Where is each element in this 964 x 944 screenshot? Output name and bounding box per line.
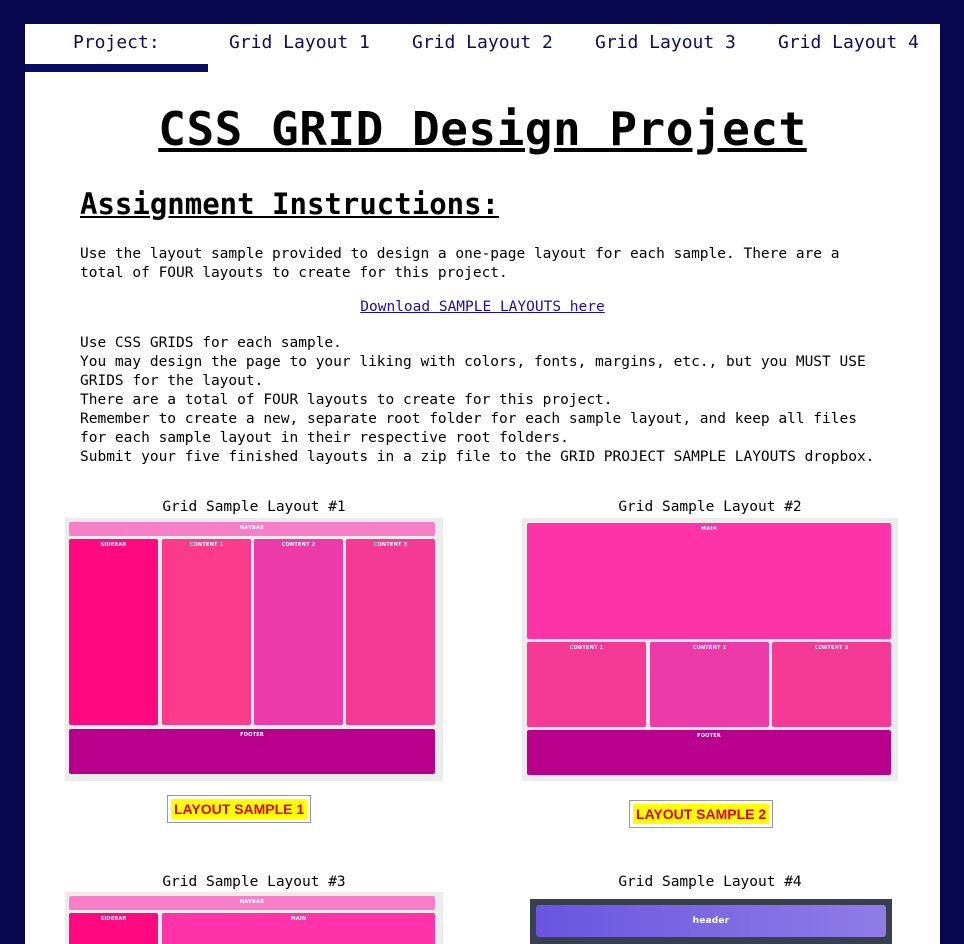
sample-3-caption: Grid Sample Layout #3 [162, 874, 346, 890]
page-title: CSS GRID Design Project [158, 102, 807, 156]
sample-4-image[interactable]: header [530, 899, 892, 944]
s1-content-3: CONTENT 3 [346, 539, 435, 725]
s2-content-1: CONTENT 1 [527, 642, 646, 727]
sample-1-caption: Grid Sample Layout #1 [162, 499, 346, 515]
s3-navbar: NAVBAR [69, 896, 435, 910]
s2-main: MAIN [527, 523, 891, 639]
sample-2-badge: LAYOUT SAMPLE 2 [629, 800, 774, 828]
top-nav: Project: Grid Layout 1 Grid Layout 2 Gri… [25, 24, 940, 72]
intro-paragraph: Use the layout sample provided to design… [80, 246, 840, 281]
s1-content-2: CONTENT 2 [254, 539, 343, 725]
nav-grid-layout-1[interactable]: Grid Layout 1 [229, 32, 370, 53]
section-title: Assignment Instructions: [80, 187, 500, 221]
sample-1-badge: LAYOUT SAMPLE 1 [167, 795, 312, 823]
s1-footer: FOOTER [69, 729, 435, 774]
s3-sidebar: SIDEBAR [69, 913, 158, 944]
sample-1-image[interactable]: NAVBAR SIDEBAR CONTENT 1 CONTENT 2 CONTE… [65, 518, 443, 781]
instructions-paragraph: Use CSS GRIDS for each sample. You may d… [80, 335, 875, 465]
page-container: Project: Grid Layout 1 Grid Layout 2 Gri… [25, 24, 940, 944]
s2-content-3: CONTENT 3 [772, 642, 891, 727]
nav-active-indicator [25, 64, 208, 72]
s3-main: MAIN [162, 913, 435, 944]
sample-2-image[interactable]: MAIN CONTENT 1 CONTENT 2 CONTENT 3 FOOTE… [522, 518, 898, 781]
s1-navbar: NAVBAR [69, 522, 435, 536]
s4-header: header [536, 905, 886, 937]
s1-sidebar: SIDEBAR [69, 539, 158, 725]
s2-footer: FOOTER [527, 730, 891, 775]
download-link[interactable]: Download SAMPLE LAYOUTS here [25, 299, 940, 315]
sample-2-caption: Grid Sample Layout #2 [618, 499, 802, 515]
nav-project[interactable]: Project: [73, 32, 160, 53]
nav-grid-layout-3[interactable]: Grid Layout 3 [595, 32, 736, 53]
nav-grid-layout-2[interactable]: Grid Layout 2 [412, 32, 553, 53]
nav-grid-layout-4[interactable]: Grid Layout 4 [778, 32, 919, 53]
sample-3-image[interactable]: NAVBAR SIDEBAR MAIN [65, 892, 443, 944]
s2-content-2: CONTENT 2 [650, 642, 769, 727]
sample-4-caption: Grid Sample Layout #4 [618, 874, 802, 890]
s1-content-1: CONTENT 1 [162, 539, 251, 725]
